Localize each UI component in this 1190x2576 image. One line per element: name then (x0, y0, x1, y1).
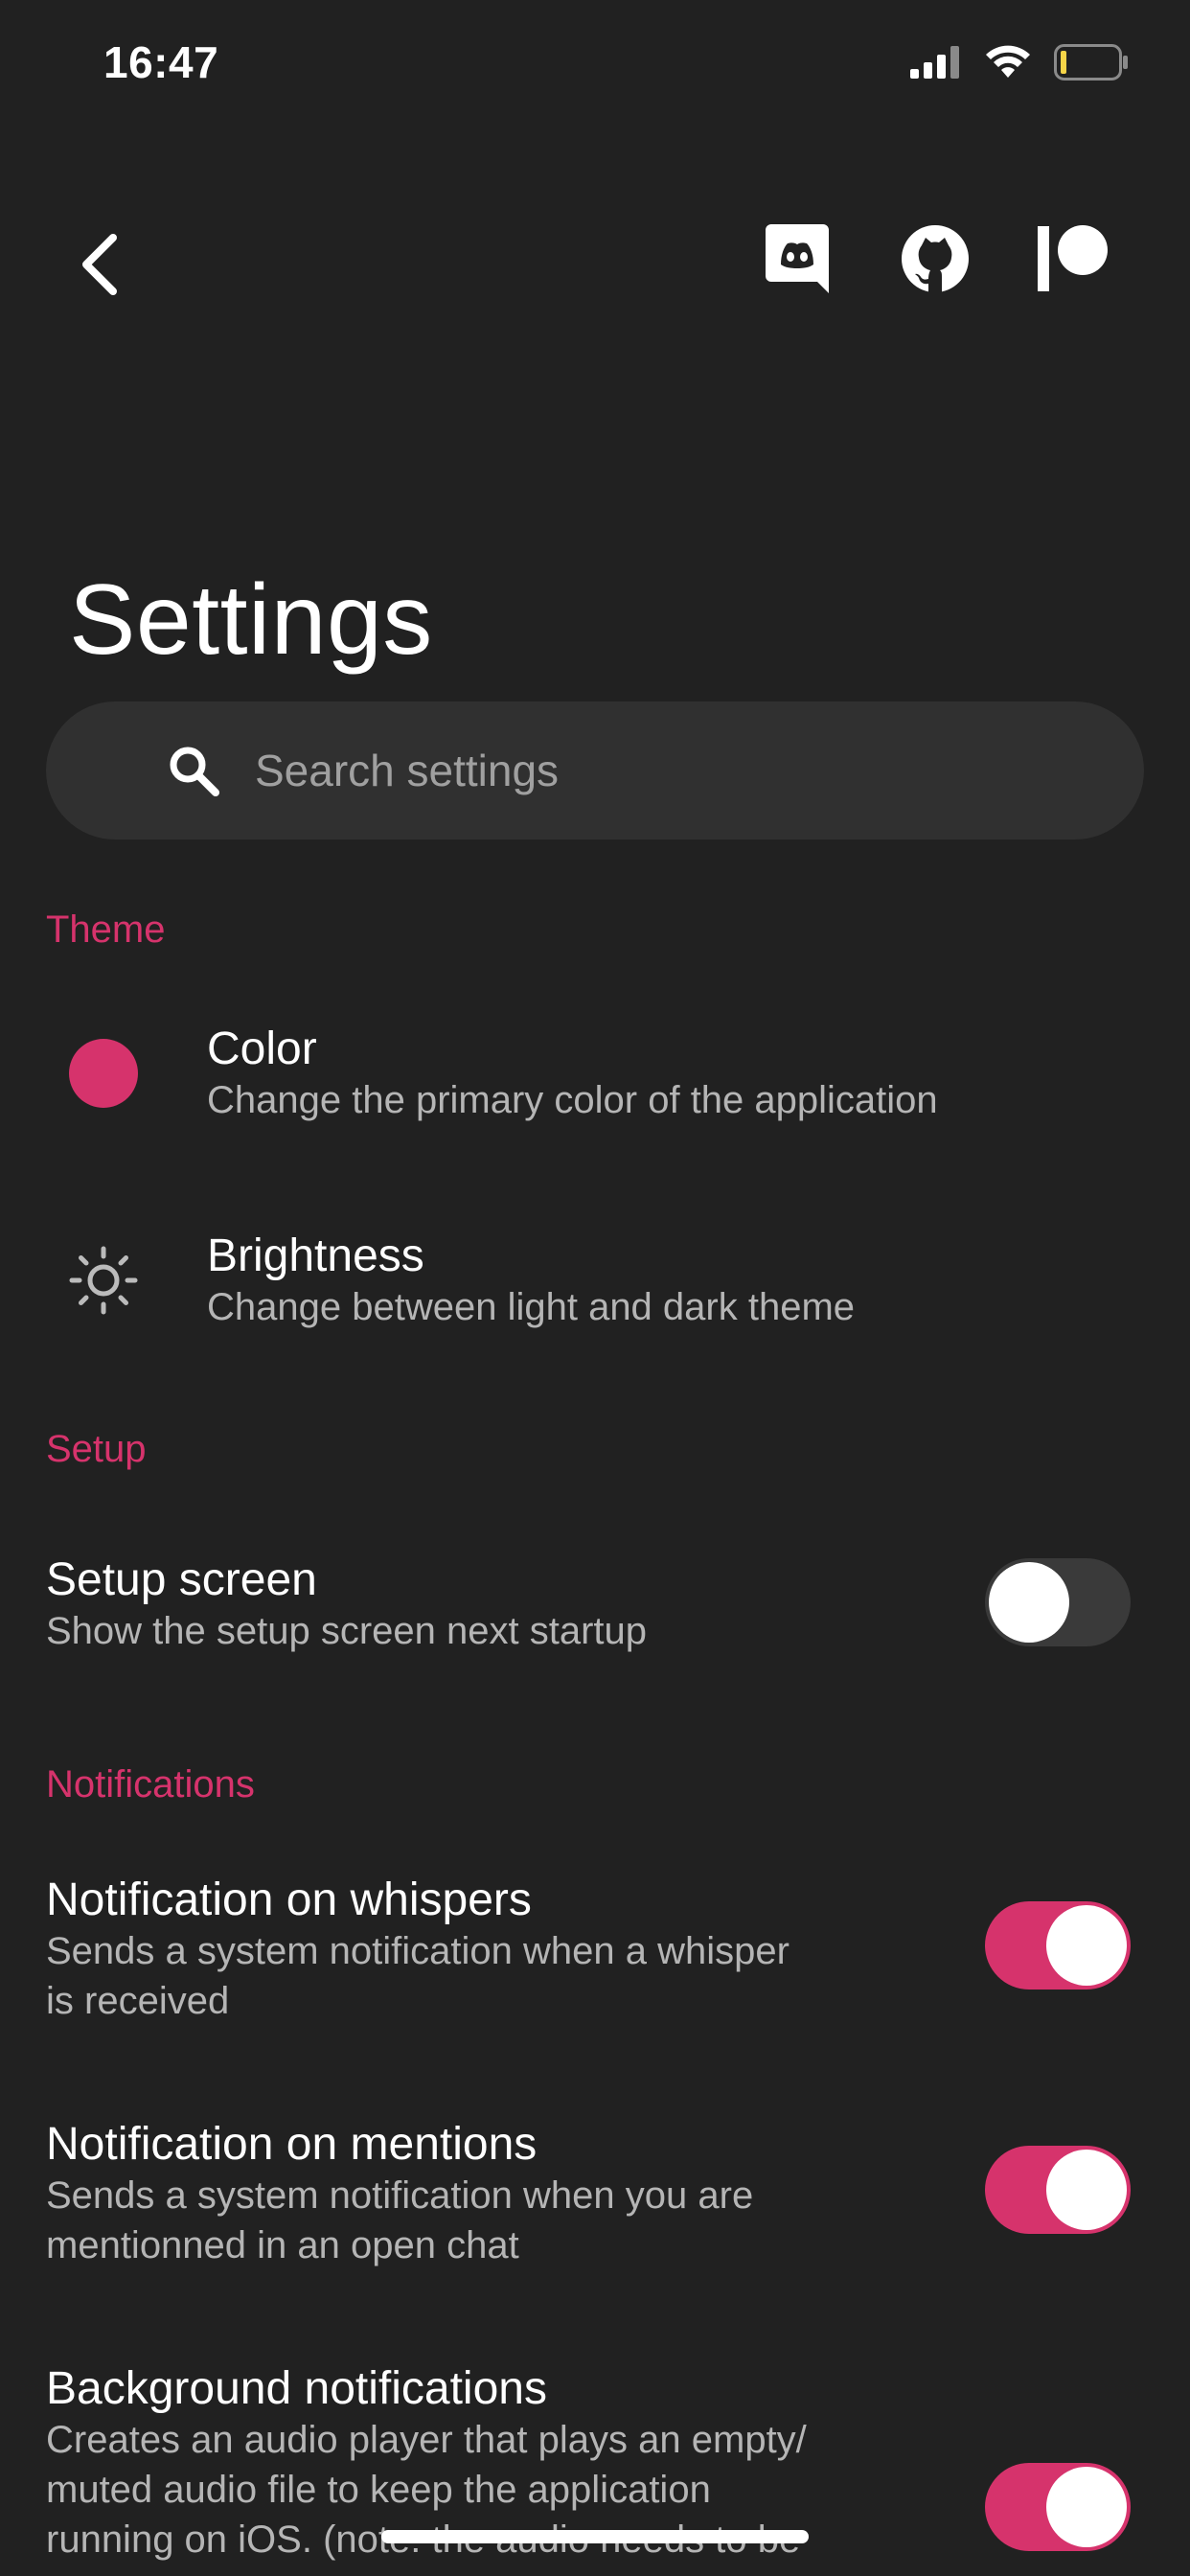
section-header-notifications: Notifications (46, 1763, 255, 1806)
setting-subtitle-line: mentionned in an open chat (46, 2224, 519, 2266)
setting-color[interactable]: Color Change the primary color of the ap… (0, 997, 1190, 1150)
setting-title: Color (207, 1024, 317, 1074)
setting-title: Notification on mentions (46, 2119, 538, 2170)
setting-subtitle-line: Sends a system notification when a whisp… (46, 1930, 790, 1972)
setting-title: Brightness (207, 1230, 424, 1281)
search-bar[interactable] (46, 701, 1144, 840)
status-icons (910, 44, 1129, 80)
background-notifications-toggle[interactable] (985, 2463, 1131, 2551)
search-input[interactable] (253, 701, 1144, 840)
back-button[interactable] (61, 218, 138, 310)
toggle-knob (1046, 2467, 1127, 2547)
page-title: Settings (69, 564, 433, 676)
top-actions (761, 222, 1110, 295)
mentions-toggle[interactable] (985, 2146, 1131, 2234)
setting-subtitle-line: is received (46, 1980, 230, 2022)
toggle-knob (1046, 1905, 1127, 1986)
color-dot (69, 1039, 138, 1108)
sun-icon (69, 1246, 138, 1315)
whispers-toggle[interactable] (985, 1901, 1131, 1990)
search-icon (170, 747, 219, 796)
chevron-left-icon (82, 234, 117, 295)
github-icon (902, 225, 969, 292)
patreon-button[interactable] (1037, 222, 1110, 295)
signal-icon (910, 46, 959, 79)
setting-setup-screen[interactable]: Setup screen Show the setup screen next … (0, 1524, 1190, 1677)
setting-notification-whispers[interactable]: Notification on whispers Sends a system … (0, 1859, 1190, 2051)
battery-icon (1054, 44, 1128, 80)
home-indicator[interactable] (381, 2530, 809, 2543)
section-header-theme: Theme (46, 908, 166, 951)
setting-notification-mentions[interactable]: Notification on mentions Sends a system … (0, 2104, 1190, 2295)
wifi-icon (986, 45, 1030, 78)
setting-subtitle-line: muted audio file to keep the application (46, 2469, 711, 2511)
discord-icon (766, 224, 829, 293)
setting-title: Background notifications (46, 2363, 547, 2414)
discord-button[interactable] (761, 222, 834, 295)
status-time: 16:47 (103, 37, 219, 87)
setting-subtitle: Show the setup screen next startup (46, 1610, 648, 1652)
setting-brightness[interactable]: Brightness Change between light and dark… (0, 1204, 1190, 1357)
setup-screen-toggle[interactable] (985, 1558, 1131, 1646)
setting-subtitle-line: Sends a system notification when you are (46, 2174, 754, 2217)
section-header-setup: Setup (46, 1428, 147, 1470)
setting-subtitle: Change the primary color of the applicat… (207, 1079, 938, 1121)
toggle-knob (989, 1562, 1069, 1643)
patreon-icon (1038, 225, 1108, 291)
setting-subtitle-line: Creates an audio player that plays an em… (46, 2419, 807, 2461)
setting-subtitle: Change between light and dark theme (207, 1286, 856, 1328)
setting-title: Setup screen (46, 1554, 317, 1605)
brightness-icon-wrap (69, 1246, 138, 1315)
setting-title: Notification on whispers (46, 1874, 532, 1925)
github-button[interactable] (899, 222, 972, 295)
toggle-knob (1046, 2150, 1127, 2230)
color-swatch (69, 1039, 138, 1108)
